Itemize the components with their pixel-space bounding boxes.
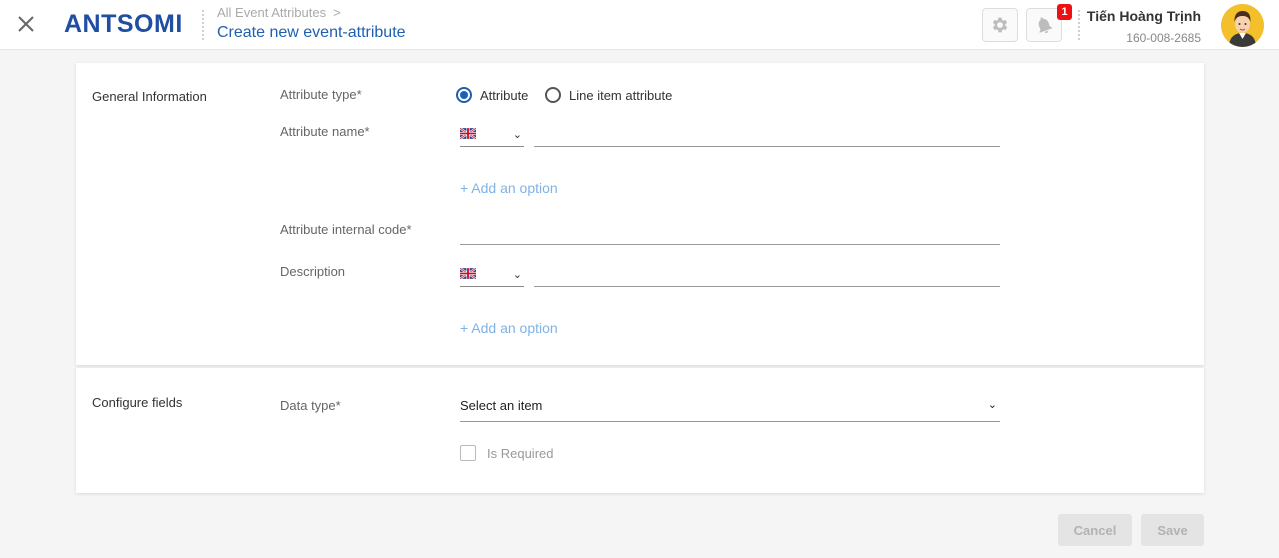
internal-code-input[interactable] <box>460 223 1000 245</box>
top-header: ANTSOMI All Event Attributes > Create new… <box>0 0 1279 50</box>
antsomi-logo[interactable]: ANTSOMI <box>64 12 183 37</box>
bell-icon <box>1038 17 1053 33</box>
divider <box>1078 10 1080 40</box>
attribute-name-input[interactable] <box>534 125 1000 147</box>
radio-attribute-label: Attribute <box>480 87 529 103</box>
gear-icon <box>992 17 1008 33</box>
is-required-label: Is Required <box>487 445 554 461</box>
radio-line-item-attribute[interactable]: Line item attribute <box>545 87 672 103</box>
uk-flag-icon <box>460 128 476 139</box>
data-type-selected-value: Select an item <box>460 398 543 413</box>
chevron-down-icon: ⌄ <box>512 129 522 141</box>
language-select-description[interactable]: ⌄ <box>460 265 524 287</box>
close-button[interactable] <box>14 12 38 36</box>
user-avatar-icon <box>1221 4 1264 47</box>
configure-fields-card: Configure fields Data type* Select an it… <box>76 368 1204 493</box>
attribute-type-label: Attribute type* <box>280 87 362 102</box>
avatar[interactable] <box>1221 4 1264 47</box>
checkbox-icon <box>460 445 476 461</box>
description-input[interactable] <box>534 265 1000 287</box>
save-button[interactable]: Save <box>1141 514 1204 546</box>
page-title: Create new event-attribute <box>217 24 406 41</box>
breadcrumb[interactable]: All Event Attributes > <box>217 5 341 20</box>
section-title-general: General Information <box>92 89 207 104</box>
language-select-name[interactable]: ⌄ <box>460 125 524 147</box>
add-option-name-link[interactable]: + Add an option <box>460 180 558 196</box>
internal-code-label: Attribute internal code* <box>280 222 412 237</box>
attribute-name-label: Attribute name* <box>280 124 370 139</box>
notification-badge: 1 <box>1057 4 1072 20</box>
radio-attribute[interactable]: Attribute <box>456 87 528 103</box>
description-label: Description <box>280 264 346 279</box>
radio-line-item-label: Line item attribute <box>569 87 673 103</box>
section-title-configure: Configure fields <box>92 395 183 410</box>
cancel-button[interactable]: Cancel <box>1058 514 1132 546</box>
uk-flag-icon <box>460 268 476 279</box>
close-icon <box>18 16 34 32</box>
add-option-description-link[interactable]: + Add an option <box>460 320 558 336</box>
is-required-checkbox[interactable]: Is Required <box>460 445 553 461</box>
chevron-down-icon: ⌄ <box>512 269 522 281</box>
breadcrumb-parent[interactable]: All Event Attributes <box>217 5 326 20</box>
radio-unselected-icon <box>545 87 561 103</box>
breadcrumb-separator: > <box>333 5 341 20</box>
user-phone: 160-008-2685 <box>1126 31 1201 45</box>
settings-button[interactable] <box>982 8 1018 42</box>
divider <box>202 10 204 40</box>
chevron-down-icon: ⌄ <box>987 399 997 411</box>
data-type-select[interactable]: Select an item ⌄ <box>460 394 1000 422</box>
radio-selected-icon <box>456 87 472 103</box>
user-name: Tiến Hoàng Trịnh <box>1086 8 1201 24</box>
general-information-card: General Information Attribute type* Attr… <box>76 63 1204 365</box>
data-type-label: Data type* <box>280 398 341 413</box>
